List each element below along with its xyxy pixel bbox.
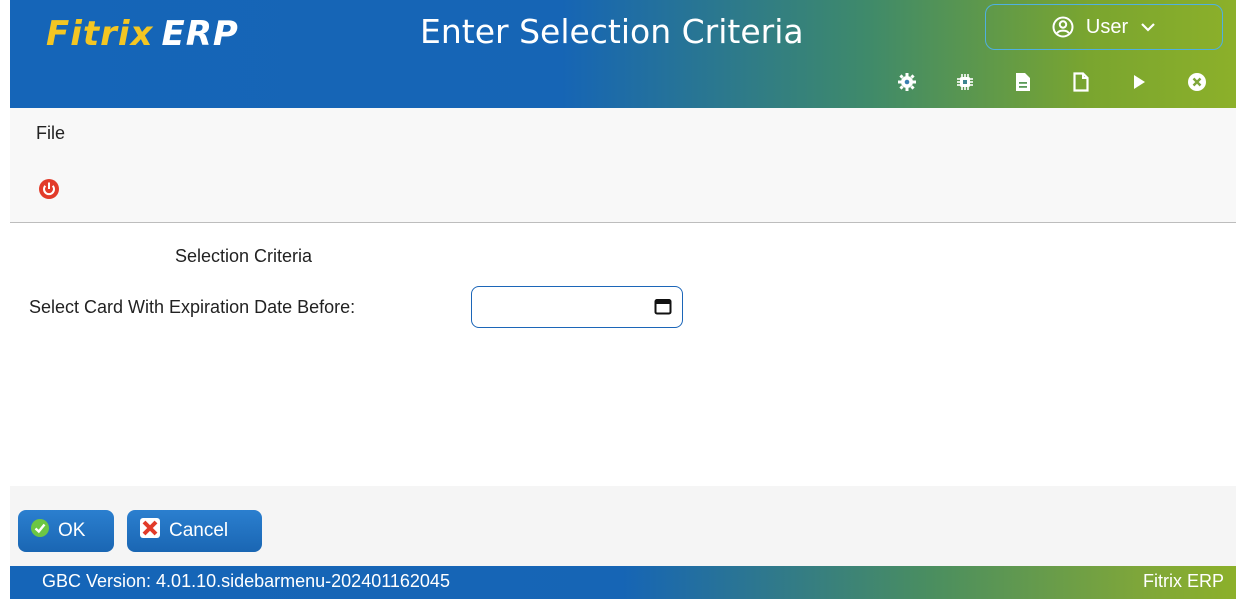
power-icon[interactable] — [38, 178, 60, 200]
section-title: Selection Criteria — [175, 246, 313, 266]
settings-icon[interactable] — [878, 68, 936, 96]
ok-label: OK — [58, 520, 86, 541]
cancel-label: Cancel — [169, 520, 229, 541]
menu-file[interactable]: File — [36, 123, 65, 144]
gbc-version: GBC Version: 4.01.10.sidebarmenu-2024011… — [42, 571, 450, 591]
status-bar: GBC Version: 4.01.10.sidebarmenu-2024011… — [10, 566, 1236, 599]
expiration-date-label: Select Card With Expiration Date Before: — [29, 297, 356, 317]
document-icon[interactable] — [994, 68, 1052, 96]
user-menu-button[interactable]: User — [985, 4, 1223, 50]
user-label: User — [1085, 15, 1129, 38]
app-logo: Fitrix ERP — [46, 14, 239, 58]
new-page-icon[interactable] — [1052, 68, 1110, 96]
chevron-down-icon — [1140, 21, 1156, 33]
expiration-date-input[interactable] — [471, 286, 683, 328]
logo-brand: Fitrix — [46, 14, 154, 54]
calendar-icon[interactable] — [654, 298, 672, 320]
menu-bar: File — [10, 108, 1236, 223]
cancel-icon — [139, 517, 161, 545]
cancel-button[interactable]: Cancel — [127, 510, 262, 552]
ok-button[interactable]: OK — [18, 510, 114, 552]
chip-icon[interactable] — [936, 68, 994, 96]
check-icon — [30, 518, 50, 544]
form-content: Selection Criteria Select Card With Expi… — [10, 224, 1236, 486]
logo-suffix: ERP — [161, 14, 239, 54]
window-title: Enter Selection Criteria — [420, 12, 804, 51]
user-icon — [1052, 16, 1074, 38]
play-icon[interactable] — [1110, 68, 1168, 96]
header-toolbar — [878, 68, 1226, 96]
action-bar: OK Cancel — [10, 486, 1236, 566]
product-name: Fitrix ERP — [1143, 571, 1224, 591]
app-header: Fitrix ERP Enter Selection Criteria User — [10, 0, 1236, 108]
close-circle-icon[interactable] — [1168, 68, 1226, 96]
